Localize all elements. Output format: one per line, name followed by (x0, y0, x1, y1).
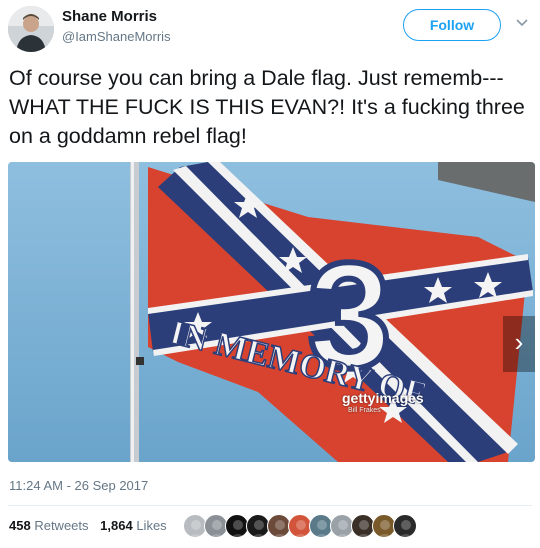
watermark-credit: Bill Frakes (348, 407, 381, 414)
chevron-down-icon[interactable] (514, 14, 530, 30)
tweet-stats: 458 Retweets 1,864 Likes (9, 518, 175, 533)
user-name[interactable]: Shane Morris (62, 8, 157, 25)
tweet-text: Of course you can bring a Dale flag. Jus… (9, 66, 525, 148)
retweets-label: Retweets (34, 518, 89, 533)
likes-label: Likes (136, 518, 167, 533)
tweet-header: Shane Morris @IamShaneMorris Follow (0, 0, 540, 60)
likes-count: 1,864 (100, 518, 133, 533)
liker-avatar[interactable] (393, 514, 417, 538)
likes-stat[interactable]: 1,864 Likes (100, 518, 167, 533)
follow-button[interactable]: Follow (403, 9, 501, 41)
tweet-photo[interactable]: 3 IN MEMORY OF gettyimages Bill Frakes (8, 162, 535, 462)
tweet-timestamp[interactable]: 11:24 AM - 26 Sep 2017 (9, 478, 148, 493)
divider (8, 505, 532, 506)
watermark: gettyimages (342, 390, 424, 406)
retweets-stat[interactable]: 458 Retweets (9, 518, 89, 533)
next-photo-arrow[interactable]: › (503, 316, 535, 372)
retweets-count: 458 (9, 518, 31, 533)
user-handle[interactable]: @IamShaneMorris (62, 29, 171, 44)
avatar[interactable] (8, 6, 54, 52)
